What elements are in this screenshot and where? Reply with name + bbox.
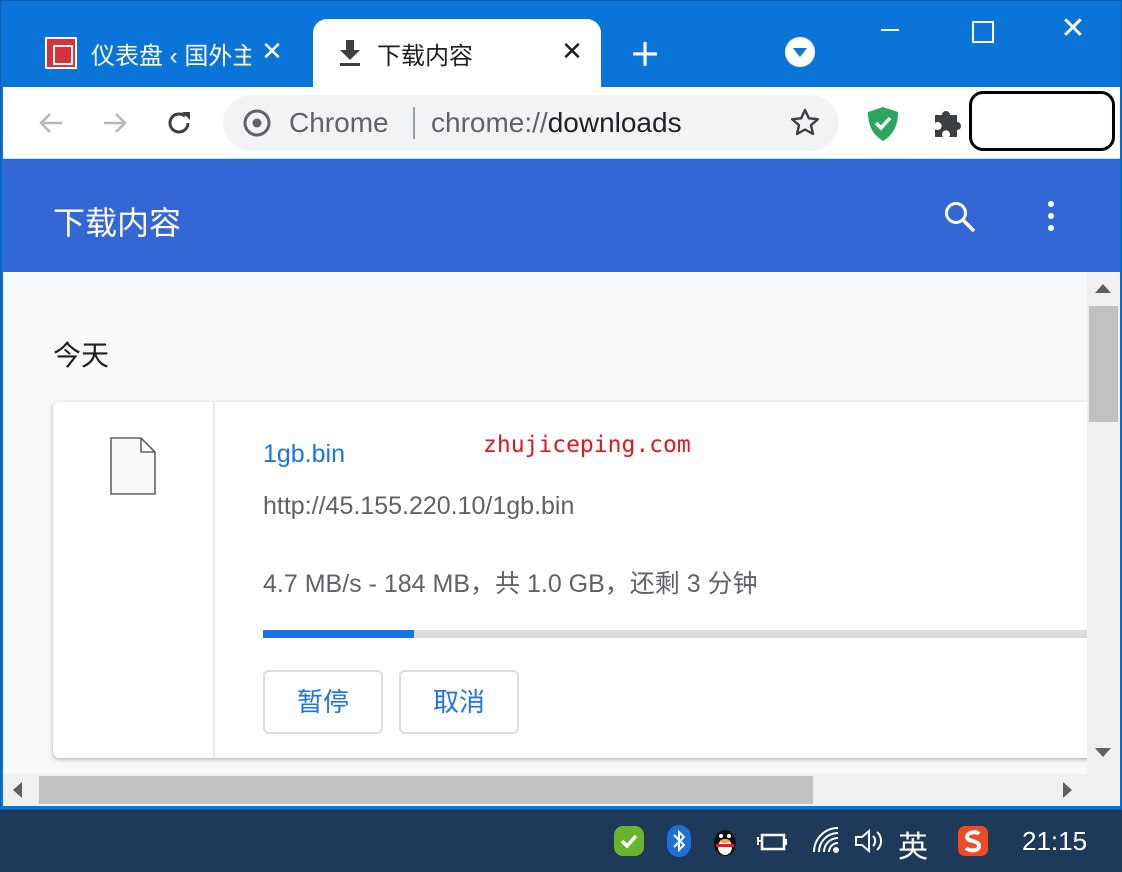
scroll-down-arrow-icon[interactable] xyxy=(1095,748,1111,757)
horizontal-scroll-thumb[interactable] xyxy=(39,776,813,804)
back-button[interactable] xyxy=(29,101,73,145)
file-name-link[interactable]: 1gb.bin xyxy=(263,440,345,469)
close-window-button[interactable]: ✕ xyxy=(1049,9,1097,49)
scroll-left-arrow-icon[interactable] xyxy=(13,782,22,798)
vertical-scroll-thumb[interactable] xyxy=(1089,306,1118,422)
arrow-right-icon xyxy=(104,113,127,133)
security-chip[interactable]: Chrome xyxy=(289,107,389,139)
file-icon xyxy=(110,437,156,495)
cancel-button[interactable]: 取消 xyxy=(399,670,519,734)
url-scheme: chrome:// xyxy=(431,107,548,138)
sogou-ime-icon[interactable] xyxy=(956,824,990,858)
omnibox-divider xyxy=(413,107,415,139)
url-text[interactable]: chrome://downloads xyxy=(431,107,682,139)
page-title: 下载内容 xyxy=(53,205,182,241)
file-url[interactable]: http://45.155.220.10/1gb.bin xyxy=(263,492,574,521)
browser-window: 仪表盘 ‹ 国外主 ✕ 下载内容 ✕ + ✕ Chrome chrome://d… xyxy=(0,0,1122,810)
tab-search-icon[interactable] xyxy=(785,37,815,67)
chrome-icon xyxy=(243,109,271,137)
downloads-list: 今天 1gb.bin zhujiceping.com http://45.155… xyxy=(3,272,1087,774)
download-progress-bar xyxy=(263,630,1087,638)
arrow-left-icon xyxy=(39,113,62,133)
site-favicon-icon xyxy=(45,37,77,69)
tab-dashboard[interactable]: 仪表盘 ‹ 国外主 ✕ xyxy=(31,19,301,87)
minimize-button[interactable] xyxy=(865,9,913,49)
url-host: downloads xyxy=(547,107,682,138)
taskbar: 英 21:15 xyxy=(0,810,1122,872)
volume-icon[interactable] xyxy=(852,824,886,858)
tab-title: 下载内容 xyxy=(377,42,473,70)
file-icon-column xyxy=(53,402,215,758)
scroll-up-arrow-icon[interactable] xyxy=(1095,284,1111,293)
tab-strip: 仪表盘 ‹ 国外主 ✕ 下载内容 ✕ + ✕ xyxy=(1,1,1121,87)
download-icon xyxy=(337,38,363,68)
scroll-right-arrow-icon[interactable] xyxy=(1063,782,1072,798)
taskbar-clock[interactable]: 21:15 xyxy=(1022,826,1087,857)
reload-button[interactable] xyxy=(157,101,201,145)
new-tab-button[interactable]: + xyxy=(621,31,669,75)
download-progress-fill xyxy=(263,630,415,638)
reload-icon xyxy=(168,112,190,134)
download-status: 4.7 MB/s - 184 MB，共 1.0 GB，还剩 3 分钟 xyxy=(263,570,758,598)
vertical-scrollbar[interactable] xyxy=(1087,272,1120,774)
extensions-puzzle-icon[interactable] xyxy=(929,105,965,141)
adguard-shield-icon[interactable] xyxy=(865,105,901,143)
profile-avatar[interactable] xyxy=(969,91,1115,151)
more-vert-icon[interactable] xyxy=(1039,198,1063,234)
tab-close-icon[interactable]: ✕ xyxy=(257,37,287,67)
wifi-icon[interactable] xyxy=(810,824,844,858)
security-app-icon[interactable] xyxy=(612,824,646,858)
pause-button[interactable]: 暂停 xyxy=(263,670,383,734)
browser-toolbar: Chrome chrome://downloads xyxy=(3,87,1120,159)
date-heading: 今天 xyxy=(53,340,110,371)
bookmark-star-icon[interactable] xyxy=(789,107,821,139)
downloads-header: 下载内容 xyxy=(3,160,1120,272)
tab-downloads[interactable]: 下载内容 ✕ xyxy=(313,19,601,87)
forward-button[interactable] xyxy=(93,101,137,145)
download-item: 1gb.bin zhujiceping.com http://45.155.22… xyxy=(53,402,1087,758)
bluetooth-icon[interactable] xyxy=(662,824,696,858)
battery-charging-icon[interactable] xyxy=(756,824,790,858)
watermark-text: zhujiceping.com xyxy=(483,432,691,458)
input-language-indicator[interactable]: 英 xyxy=(898,822,928,866)
qq-penguin-icon[interactable] xyxy=(708,824,742,858)
tab-title: 仪表盘 ‹ 国外主 xyxy=(91,42,251,70)
search-icon[interactable] xyxy=(943,200,977,234)
address-bar[interactable]: Chrome chrome://downloads xyxy=(223,95,839,151)
maximize-button[interactable] xyxy=(957,9,1005,49)
horizontal-scrollbar[interactable] xyxy=(3,774,1120,806)
tab-close-icon[interactable]: ✕ xyxy=(557,37,587,67)
